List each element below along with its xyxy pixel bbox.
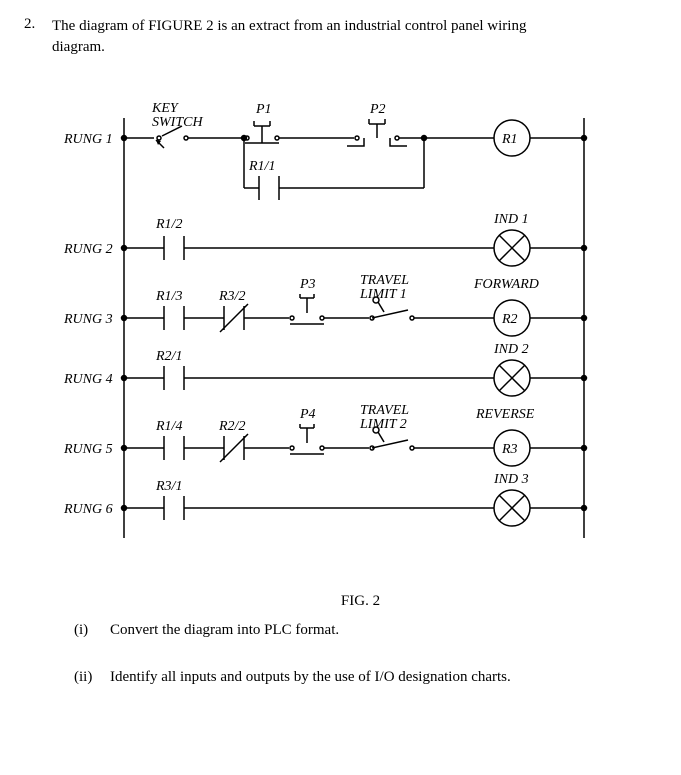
p2-pushbutton — [347, 119, 407, 146]
subpart-i-num: (i) — [74, 622, 100, 639]
p3-pushbutton — [290, 294, 324, 324]
r1-2-contact — [164, 236, 184, 260]
r2-1-label: R2/1 — [155, 349, 182, 364]
rung-6-label: RUNG 6 — [63, 502, 113, 517]
rung-3: RUNG 3 R1/3 R3/2 — [63, 273, 587, 336]
rung-3-label: RUNG 3 — [63, 312, 113, 327]
subpart-i: (i) Convert the diagram into PLC format. — [74, 622, 657, 639]
r1-1-label: R1/1 — [248, 159, 275, 174]
r1-3-label: R1/3 — [155, 289, 182, 304]
forward-label: FORWARD — [473, 277, 539, 292]
r3-1-label: R3/1 — [155, 479, 182, 494]
p2-label: P2 — [369, 102, 386, 117]
ind3-lamp — [494, 490, 530, 526]
r3-coil: R3 — [494, 430, 530, 466]
p1-pushbutton — [245, 121, 279, 143]
ind2-label: IND 2 — [493, 342, 529, 357]
r1-4-contact — [164, 436, 184, 460]
subpart-ii-text: Identify all inputs and outputs by the u… — [110, 669, 511, 686]
ind1-lamp — [494, 230, 530, 266]
r3-coil-label: R3 — [501, 442, 518, 457]
p3-label: P3 — [299, 277, 316, 292]
rung-6: RUNG 6 R3/1 IND 3 — [63, 472, 587, 526]
ladder-diagram: RUNG 1 KEY SWITCH — [24, 68, 657, 610]
p4-pushbutton — [290, 424, 324, 454]
rung-5-label: RUNG 5 — [63, 442, 113, 457]
key-switch-label: KEY SWITCH — [151, 101, 203, 130]
r3-2-contact — [220, 304, 248, 332]
rung-5: RUNG 5 R1/4 R2/2 — [63, 403, 587, 466]
r2-2-label: R2/2 — [218, 419, 245, 434]
ind1-label: IND 1 — [493, 212, 529, 227]
r1-3-contact — [164, 306, 184, 330]
r1-coil: R1 — [494, 120, 530, 156]
r2-2-contact — [220, 434, 248, 462]
figure-caption: FIG. 2 — [64, 593, 657, 610]
r3-1-contact — [164, 496, 184, 520]
r2-1-contact — [164, 366, 184, 390]
question-number: 2. — [24, 16, 42, 58]
subpart-i-text: Convert the diagram into PLC format. — [110, 622, 339, 639]
rung-1: RUNG 1 KEY SWITCH — [63, 101, 587, 200]
r3-2-label: R3/2 — [218, 289, 245, 304]
tl1-label: TRAVEL LIMIT 1 — [359, 273, 412, 302]
question-text: The diagram of FIGURE 2 is an extract fr… — [52, 16, 572, 58]
r2-coil: R2 — [494, 300, 530, 336]
r2-coil-label: R2 — [501, 312, 518, 327]
rung-2-label: RUNG 2 — [63, 242, 113, 257]
tl2-label: TRAVEL LIMIT 2 — [359, 403, 412, 432]
question-row: 2. The diagram of FIGURE 2 is an extract… — [24, 16, 657, 58]
rung-2: RUNG 2 R1/2 IND 1 — [63, 212, 587, 266]
p1-label: P1 — [255, 102, 272, 117]
rung-4: RUNG 4 R2/1 IND 2 — [63, 342, 587, 396]
subpart-ii-num: (ii) — [74, 669, 100, 686]
r1-coil-label: R1 — [501, 132, 518, 147]
rung-4-label: RUNG 4 — [63, 372, 113, 387]
subpart-ii: (ii) Identify all inputs and outputs by … — [74, 669, 657, 686]
r1-2-label: R1/2 — [155, 217, 182, 232]
r1-4-label: R1/4 — [155, 419, 182, 434]
rung-1-label: RUNG 1 — [63, 132, 113, 147]
reverse-label: REVERSE — [475, 407, 535, 422]
p4-label: P4 — [299, 407, 316, 422]
ind3-label: IND 3 — [493, 472, 529, 487]
r1-1-sealin: R1/1 — [242, 136, 427, 201]
ind2-lamp — [494, 360, 530, 396]
